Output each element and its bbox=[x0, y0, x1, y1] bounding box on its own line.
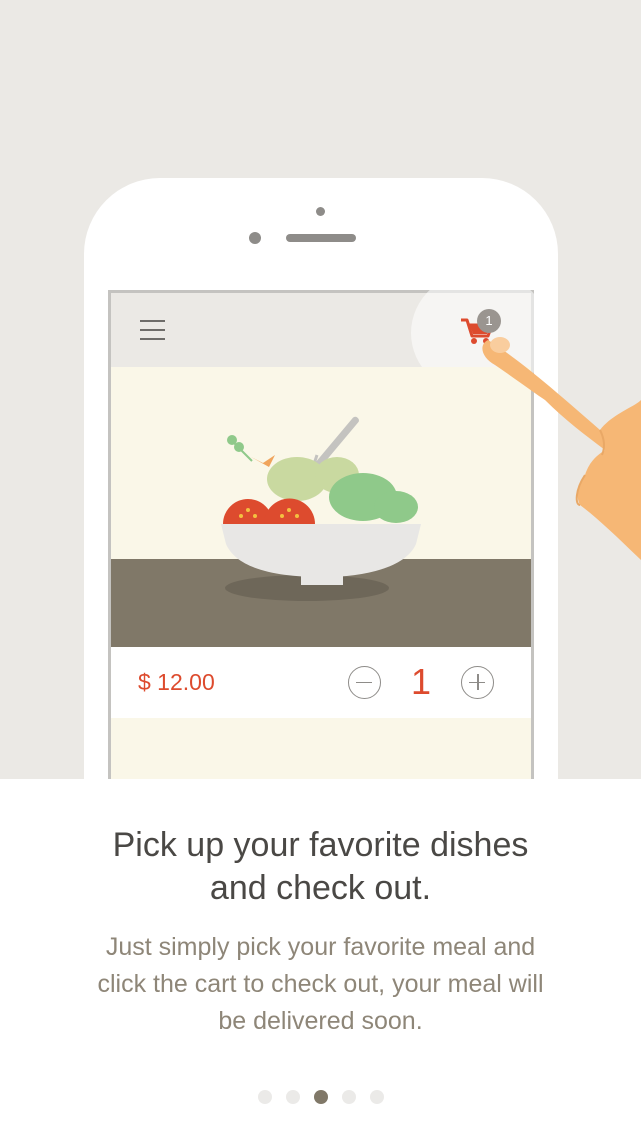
page-dot[interactable] bbox=[341, 1090, 356, 1104]
next-item-card bbox=[111, 718, 531, 779]
page-dot[interactable] bbox=[285, 1090, 300, 1104]
phone-camera-dot bbox=[249, 232, 261, 244]
onboarding-title: Pick up your favorite dishes and check o… bbox=[0, 824, 641, 910]
illustration-area: 1 $ 12.00 1 bbox=[0, 0, 641, 779]
phone-sensor-dot bbox=[316, 207, 325, 216]
cart-badge: 1 bbox=[477, 309, 501, 333]
description-line: click the cart to check out, your meal w… bbox=[97, 970, 544, 998]
description-line: be delivered soon. bbox=[218, 1007, 423, 1035]
onboarding-description: Just simply pick your favorite meal and … bbox=[40, 929, 601, 1040]
hamburger-menu-icon[interactable] bbox=[140, 318, 165, 342]
description-line: Just simply pick your favorite meal and bbox=[105, 933, 536, 961]
product-row: $ 12.00 1 bbox=[111, 647, 531, 718]
title-line: Pick up your favorite dishes bbox=[112, 826, 529, 864]
salad-bowl-illustration bbox=[221, 416, 421, 601]
minus-circle-icon[interactable] bbox=[348, 666, 381, 699]
page-dot[interactable] bbox=[257, 1090, 272, 1104]
phone-speaker bbox=[286, 234, 356, 242]
plus-circle-icon[interactable] bbox=[461, 666, 494, 699]
quantity-value: 1 bbox=[410, 661, 432, 702]
page-indicator bbox=[0, 1090, 641, 1106]
page-dot[interactable] bbox=[313, 1090, 328, 1104]
page-dot[interactable] bbox=[369, 1090, 384, 1104]
title-line: and check out. bbox=[209, 869, 432, 907]
product-price: $ 12.00 bbox=[138, 669, 215, 695]
